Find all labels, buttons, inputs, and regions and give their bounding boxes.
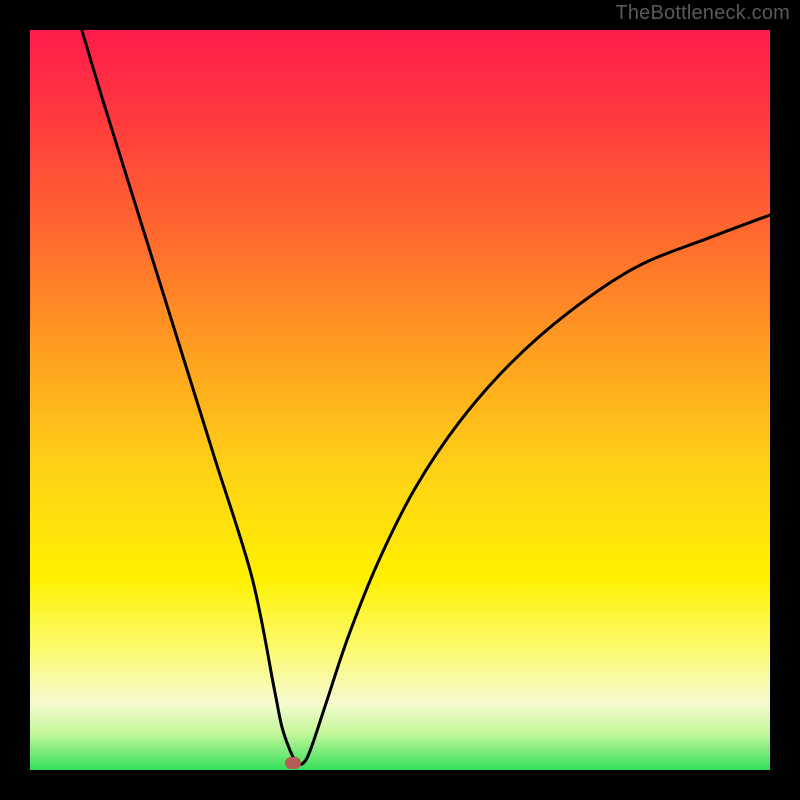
chart-frame: TheBottleneck.com: [0, 0, 800, 800]
watermark-text: TheBottleneck.com: [615, 2, 790, 25]
plot-area: [30, 30, 770, 770]
min-marker-icon: [285, 757, 301, 769]
curve-svg: [30, 30, 770, 770]
bottleneck-curve: [82, 30, 770, 764]
